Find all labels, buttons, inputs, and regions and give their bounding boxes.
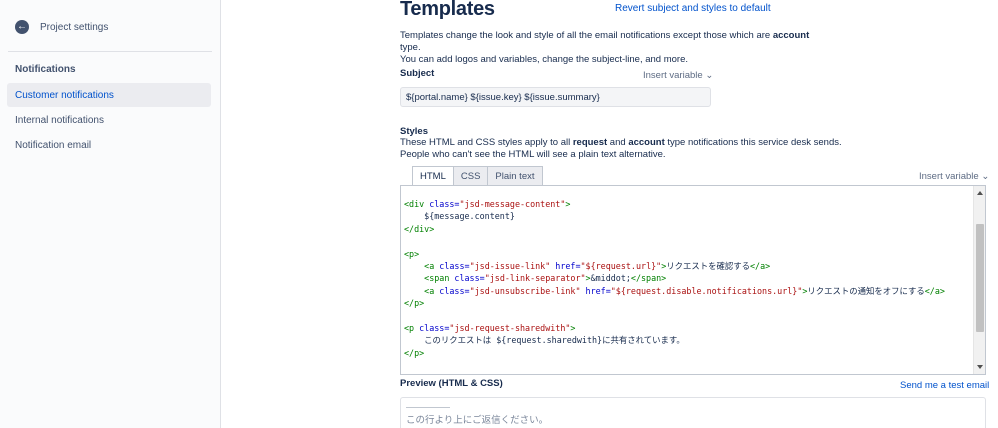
code-token: <p [404,323,420,334]
insert-variable-label: Insert variable [643,70,703,81]
code-token: <span [404,273,455,284]
sidebar-divider [8,51,212,52]
chevron-down-icon: ⌄ [981,171,990,182]
arrow-left-icon: ← [15,20,29,34]
templates-description: Templates change the look and style of a… [400,30,820,66]
editor-scrollbar[interactable] [973,186,985,374]
desc-bold: account [628,137,665,148]
code-token: class= [454,273,485,284]
sidebar-item-notification-email[interactable]: Notification email [7,133,211,157]
send-test-email-link[interactable]: Send me a test email [900,380,989,391]
sidebar-item-customer-notifications[interactable]: Customer notifications [7,83,211,107]
code-token: "jsd-request-sharedwith" [449,323,571,334]
preview-divider [406,407,450,408]
code-token: リクエストの通知をオフにする [807,285,925,296]
back-label: Project settings [40,21,109,33]
preview-label: Preview (HTML & CSS) [400,378,503,389]
preview-text: この行より上にご返信ください。 [406,415,549,426]
desc-text: and [607,137,629,148]
desc-text: type. [400,42,421,53]
subject-input[interactable]: ${portal.name} ${issue.key} ${issue.summ… [400,87,711,107]
sidebar-item-label: Notification email [15,139,92,151]
desc-bold: account [772,30,810,41]
code-token: > [570,323,576,334]
code-token: <a [404,261,440,272]
code-token: <p> [404,248,420,259]
back-to-project-settings[interactable]: ← Project settings [15,20,108,34]
code-token: </p> [404,347,425,358]
desc-text: These HTML and CSS styles apply to all [400,137,573,148]
code-token: "jsd-message-content" [459,199,566,209]
code-token: </div> [404,223,435,234]
sidebar-item-label: Customer notifications [15,89,114,101]
code-token: <div [404,199,430,209]
styles-description: These HTML and CSS styles apply to all r… [400,137,900,161]
code-token: href= [580,285,611,296]
scroll-up-icon[interactable] [977,191,983,195]
code-token: "jsd-link-separator" [484,273,586,284]
code-token: &middot; [590,273,631,284]
insert-variable-label: Insert variable [919,171,979,182]
desc-text: You can add logos and variables, change … [400,54,689,65]
code-token: > [565,199,571,209]
desc-bold: request [572,137,608,148]
sidebar-heading: Notifications [15,64,76,75]
code-token: このリクエストは ${request.sharedwith}に共有されています。 [404,335,685,346]
sidebar: ← Project settings Notifications Custome… [0,0,221,428]
style-tabs: HTML CSS Plain text [412,166,543,185]
subject-label: Subject [400,68,435,79]
code-content: <div class="jsd-message-content"> ${mess… [404,198,945,359]
preview-box: この行より上にご返信ください。 [400,397,986,428]
tab-plain-text[interactable]: Plain text [487,166,543,185]
sidebar-item-label: Internal notifications [15,114,104,126]
code-token: </a> [924,285,945,296]
subject-value: ${portal.name} ${issue.key} ${issue.summ… [406,91,600,103]
revert-defaults-link[interactable]: Revert subject and styles to default [615,3,771,14]
styles-insert-variable[interactable]: Insert variable ⌄ [919,171,989,182]
code-token: class= [439,261,470,272]
code-token: href= [550,261,581,272]
code-token: "jsd-unsubscribe-link" [469,285,581,296]
code-token: "${request.disable.notifications.url}" [610,285,803,296]
code-token: class= [429,199,460,209]
sidebar-item-internal-notifications[interactable]: Internal notifications [7,108,211,132]
code-token: class= [419,323,450,334]
desc-text: People who can't see the HTML will see a… [400,149,666,160]
code-token: リクエストを確認する [666,261,750,272]
tab-html[interactable]: HTML [412,166,454,185]
code-token: "jsd-issue-link" [469,261,551,272]
code-token: ${message.content} [404,211,515,222]
html-code-editor[interactable]: <div class="jsd-message-content"> ${mess… [400,185,986,375]
scroll-down-icon[interactable] [977,365,983,369]
desc-text: Templates change the look and style of a… [400,30,773,41]
code-token: "${request.url}" [580,261,662,272]
code-token: </span> [630,273,667,284]
code-token: class= [439,285,470,296]
chevron-down-icon: ⌄ [705,70,714,81]
code-token: </a> [750,261,771,272]
subject-insert-variable[interactable]: Insert variable ⌄ [643,70,713,81]
code-token: </p> [404,298,425,309]
desc-text: type notifications this service desk sen… [664,137,842,148]
scrollbar-thumb[interactable] [976,224,984,332]
styles-label: Styles [400,126,428,137]
page-title: Templates [400,0,495,20]
code-token: <a [404,285,440,296]
main-content: Templates Revert subject and styles to d… [400,0,998,428]
tab-css[interactable]: CSS [452,166,489,185]
